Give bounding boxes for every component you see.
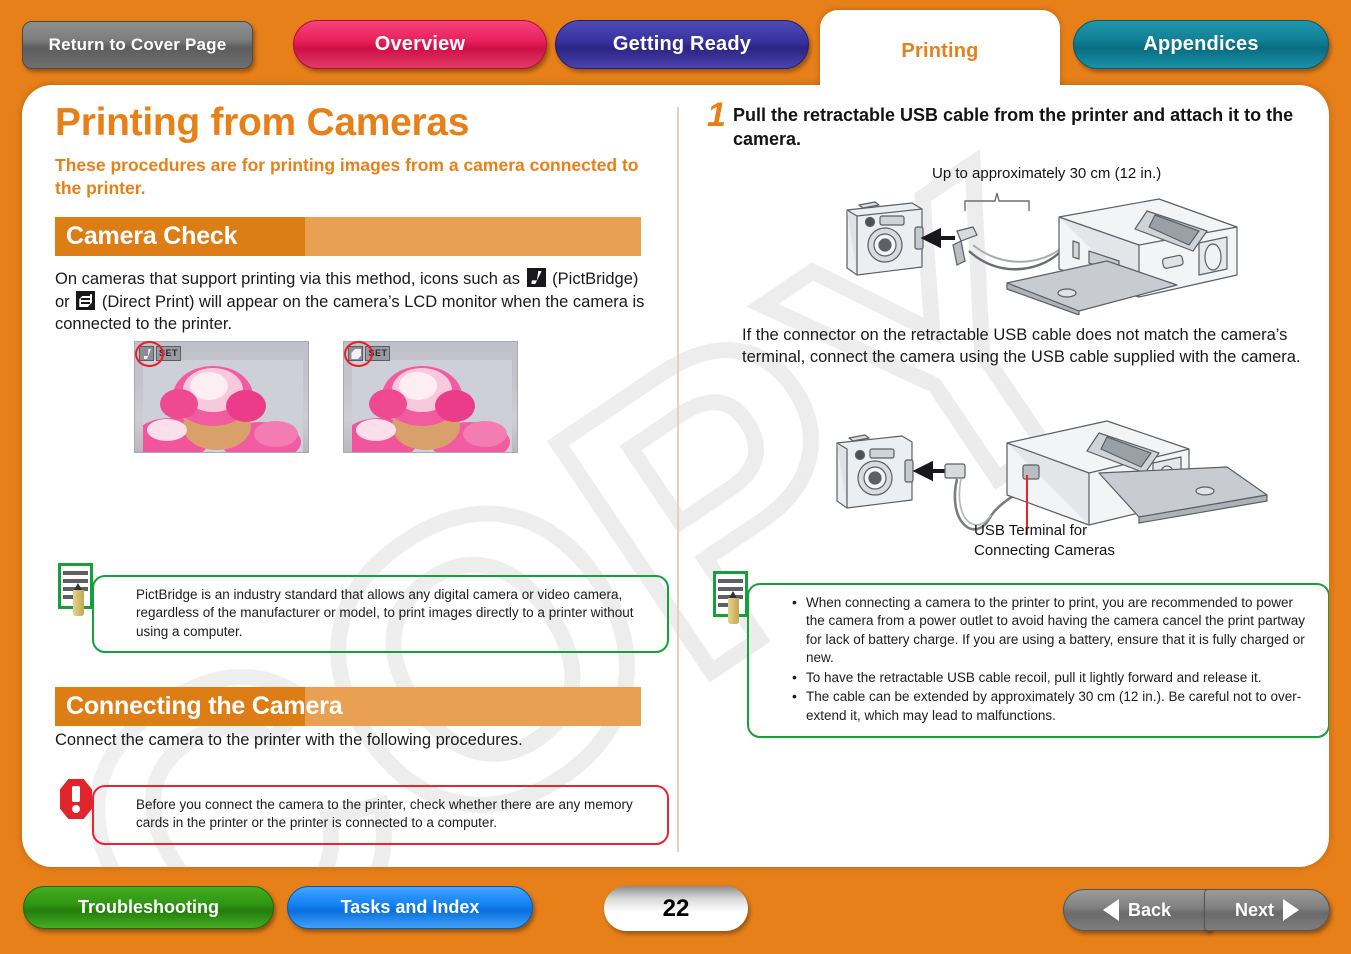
tasks-and-index-button[interactable]: Tasks and Index	[287, 886, 533, 929]
footer-navigation: Troubleshooting Tasks and Index 22 Back …	[0, 867, 1351, 954]
usb-terminal-label-line2: Connecting Cameras	[974, 541, 1115, 559]
set-label: SET	[156, 346, 182, 361]
arrow-right-icon	[1283, 899, 1299, 921]
connecting-paragraph: Connect the camera to the printer with t…	[55, 731, 523, 749]
note-list: When connecting a camera to the printer …	[791, 593, 1315, 725]
section-title: Connecting the Camera	[66, 692, 343, 720]
tab-appendices[interactable]: Appendices	[1073, 20, 1329, 69]
list-item: When connecting a camera to the printer …	[791, 593, 1315, 668]
usb-terminal-label-line1: USB Terminal for	[974, 522, 1088, 539]
caution-text: Before you connect the camera to the pri…	[136, 797, 633, 831]
connector-mismatch-paragraph: If the connector on the retractable USB …	[742, 326, 1301, 366]
pictbridge-icon	[526, 268, 546, 288]
tab-label: Overview	[374, 33, 466, 55]
rose-photo	[143, 360, 303, 452]
tab-printing[interactable]: Printing	[820, 10, 1060, 90]
direct-print-icon	[76, 291, 96, 311]
section-header-connecting-the-camera: Connecting the Camera	[55, 687, 641, 726]
tab-panel-join	[798, 85, 1082, 103]
tab-label: Printing	[901, 40, 979, 62]
list-item: To have the retractable USB cable recoil…	[791, 668, 1315, 688]
figure-retractable-cable: Up to approximately 30 cm (12 in.)	[707, 165, 1307, 316]
tab-overview[interactable]: Overview	[293, 20, 547, 69]
set-label: SET	[365, 346, 391, 361]
left-column: Printing from Cameras These procedures a…	[55, 101, 655, 336]
troubleshooting-button[interactable]: Troubleshooting	[23, 886, 274, 929]
camera-check-text-1: On cameras that support printing via thi…	[55, 270, 520, 289]
caution-icon	[56, 773, 96, 825]
tab-label: Return to Cover Page	[48, 35, 227, 54]
note-pictbridge: PictBridge is an industry standard that …	[58, 563, 669, 654]
note-power-and-cable: When connecting a camera to the printer …	[713, 571, 1329, 739]
lcd-shot-pictbridge: SET	[134, 341, 309, 453]
caution-memory-cards: Before you connect the camera to the pri…	[60, 779, 669, 845]
arrow-left-icon	[1102, 899, 1119, 921]
step-1: 1 Pull the retractable USB cable from th…	[707, 98, 1307, 151]
tab-return-to-cover-page[interactable]: Return to Cover Page	[22, 21, 253, 69]
next-button[interactable]: Next	[1204, 889, 1330, 931]
page-subtitle: These procedures are for printing images…	[55, 154, 639, 199]
direct-print-icon	[348, 346, 364, 361]
camera-check-text-3: (Direct Print) will appear on the camera…	[55, 293, 645, 333]
figure-cable-length-label: Up to approximately 30 cm (12 in.)	[932, 165, 1162, 182]
tab-label: Appendices	[1143, 33, 1259, 55]
rose-photo	[352, 360, 513, 452]
lcd-badge: SET	[135, 341, 182, 367]
tab-label: Getting Ready	[612, 33, 752, 55]
memo-icon	[711, 571, 751, 624]
lcd-shot-direct-print: SET	[343, 341, 519, 453]
section-title: Camera Check	[66, 222, 238, 251]
tab-getting-ready[interactable]: Getting Ready	[555, 20, 809, 69]
figure-supplied-usb-cable: USB Terminal for Connecting Cameras	[707, 403, 1317, 563]
lcd-badge: SET	[344, 341, 391, 367]
figure-1-illustration	[846, 192, 1238, 316]
button-label: Next	[1234, 899, 1274, 920]
usb-terminal-label: USB Terminal for Connecting Cameras	[974, 521, 1115, 560]
step-instruction: Pull the retractable USB cable from the …	[733, 105, 1294, 150]
page-number-indicator: 22	[604, 886, 748, 931]
pictbridge-icon	[139, 346, 154, 361]
column-divider	[677, 107, 679, 852]
list-item: The cable can be extended by approximate…	[791, 687, 1315, 725]
button-label: Troubleshooting	[78, 897, 219, 917]
right-column: 1 Pull the retractable USB cable from th…	[707, 98, 1329, 739]
page-root: Return to Cover Page Overview Getting Re…	[0, 0, 1351, 954]
button-label: Tasks and Index	[340, 897, 480, 917]
button-label: Back	[1127, 899, 1172, 920]
memo-icon	[56, 563, 96, 616]
lcd-sample-shots: SET SET	[134, 341, 519, 453]
section-header-camera-check: Camera Check	[55, 217, 641, 257]
page-title: Printing from Cameras	[55, 101, 470, 144]
back-button[interactable]: Back	[1063, 889, 1211, 931]
note-text: PictBridge is an industry standard that …	[136, 587, 634, 639]
page-number: 22	[662, 894, 690, 922]
top-navigation: Return to Cover Page Overview Getting Re…	[0, 0, 1351, 90]
content-panel: COPY Printing from Cameras These procedu…	[22, 85, 1329, 867]
camera-check-paragraph: On cameras that support printing via thi…	[55, 268, 645, 335]
step-number: 1	[707, 96, 726, 134]
